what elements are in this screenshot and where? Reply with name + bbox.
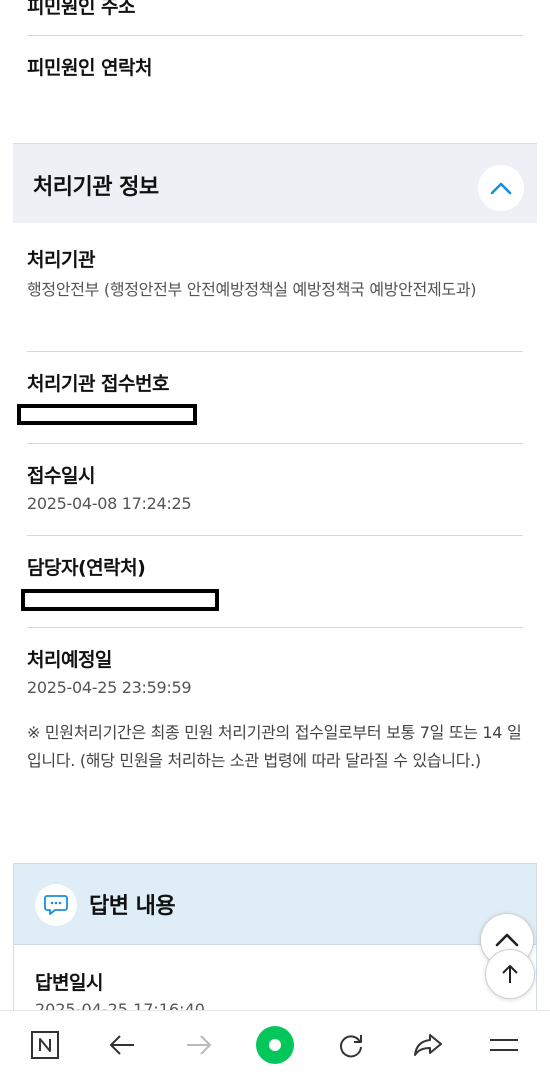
answer-section-header: 답변 내용: [14, 864, 536, 945]
back-arrow-icon: [110, 1035, 134, 1055]
chat-bubble-icon: [35, 884, 77, 926]
menu-icon: [490, 1039, 518, 1051]
divider: [27, 351, 523, 352]
agency-label: 처리기관: [27, 249, 95, 271]
divider: [27, 443, 523, 444]
agency-value: 행정안전부 (행정안전부 안전예방정책실 예방정책국 예방안전제도과): [27, 280, 477, 299]
divider: [27, 627, 523, 628]
forward-arrow-icon: [187, 1035, 211, 1055]
naver-home-button[interactable]: [25, 1025, 65, 1065]
received-at-value: 2025-04-08 17:24:25: [27, 494, 192, 513]
complainant-contact-label: 피민원인 연락처: [27, 57, 152, 79]
green-dot-icon: [256, 1026, 294, 1064]
green-dot-button[interactable]: [255, 1025, 295, 1065]
share-button[interactable]: [408, 1025, 448, 1065]
browser-bottom-bar: [0, 1010, 550, 1078]
scroll-to-top-button[interactable]: [485, 949, 535, 999]
refresh-button[interactable]: [331, 1025, 371, 1065]
chevron-up-icon: [495, 933, 519, 947]
received-at-label: 접수일시: [27, 465, 95, 487]
back-button[interactable]: [102, 1025, 142, 1065]
agency-section-header[interactable]: 처리기관 정보: [13, 143, 537, 223]
menu-button[interactable]: [484, 1025, 524, 1065]
due-date-label: 처리예정일: [27, 649, 112, 671]
arrow-up-icon: [502, 965, 518, 983]
forward-button[interactable]: [179, 1025, 219, 1065]
receipt-number-label: 처리기관 접수번호: [27, 373, 169, 395]
redacted-receipt-number: [17, 404, 197, 425]
manager-label: 담당자(연락처): [27, 557, 146, 579]
answered-at-label: 답변일시: [35, 972, 103, 994]
naver-home-icon: [31, 1031, 59, 1059]
collapse-toggle-button[interactable]: [478, 165, 524, 211]
processing-period-notice: ※ 민원처리기간은 최종 민원 처리기관의 접수일로부터 보통 7일 또는 14…: [27, 723, 522, 770]
share-icon: [414, 1034, 442, 1056]
due-date-value: 2025-04-25 23:59:59: [27, 678, 192, 697]
complainant-address-label: 피민원인 주소: [27, 0, 136, 18]
answer-card: 답변 내용 답변일시 2025-04-25 17:16:40: [13, 863, 537, 1025]
redacted-manager-contact: [21, 589, 219, 611]
refresh-icon: [340, 1035, 362, 1058]
divider: [27, 35, 523, 36]
chevron-up-icon: [490, 182, 512, 195]
divider: [27, 535, 523, 536]
answer-section-title: 답변 내용: [89, 894, 176, 919]
agency-section-title: 처리기관 정보: [33, 175, 159, 200]
